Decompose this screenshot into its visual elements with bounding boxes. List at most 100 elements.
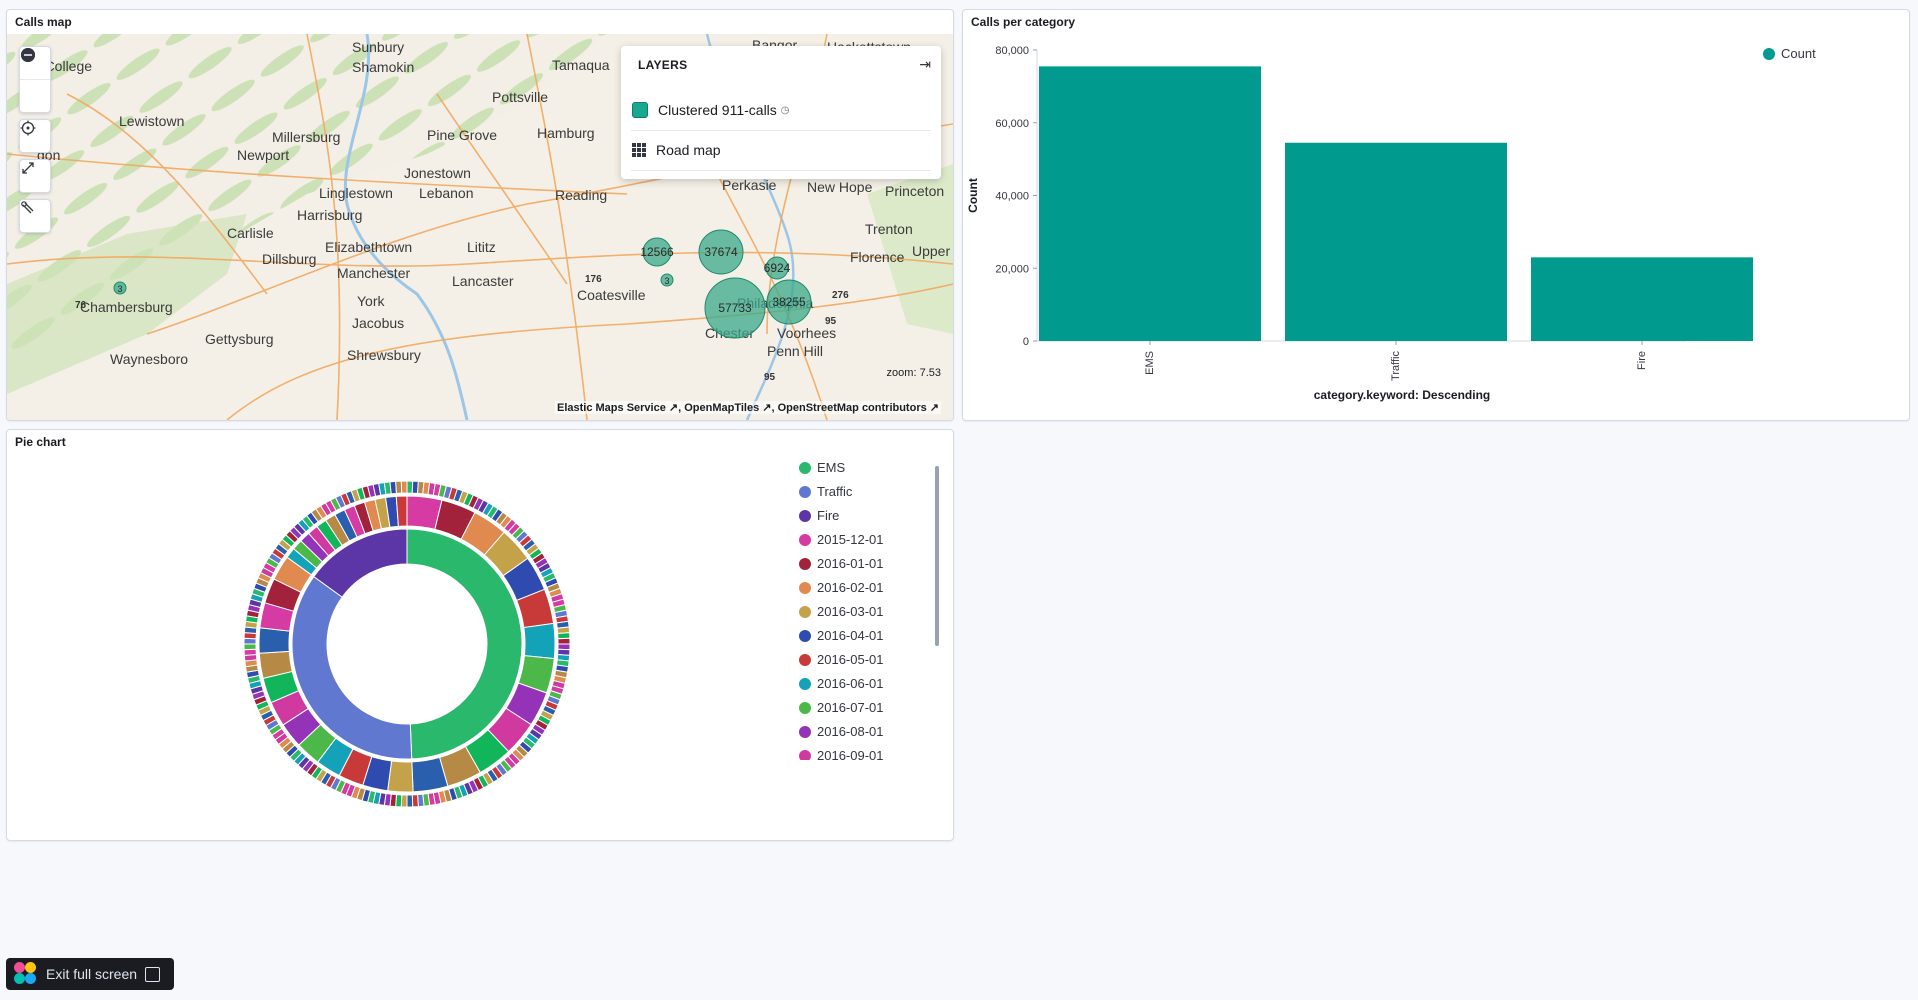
pie-legend-item[interactable]: 2016-06-01 [799, 676, 884, 691]
pie-legend-item[interactable]: Fire [799, 508, 839, 523]
layer-label: Clustered 911-calls [658, 102, 777, 118]
pie-slice-day[interactable] [557, 637, 571, 645]
map-canvas[interactable]: Sunburyte CollegeShamokinTamaquaBangorHa… [7, 34, 953, 420]
zoom-out-button[interactable] [20, 48, 50, 112]
legend-dot-icon [799, 749, 811, 760]
pie-slice-day[interactable] [557, 632, 571, 640]
pie-legend-item[interactable]: 2016-09-01 [799, 748, 884, 760]
draw-control [19, 199, 51, 233]
fit-to-data-button[interactable] [20, 160, 50, 192]
map-city-label: New Hope [807, 179, 873, 195]
map-city-label: Jacobus [352, 315, 404, 331]
pie-legend-item[interactable]: 2016-07-01 [799, 700, 884, 715]
legend-dot-icon [799, 509, 811, 522]
exit-full-screen-button[interactable]: Exit full screen [6, 958, 174, 990]
cluster-count: 6924 [764, 261, 791, 275]
layers-panel: LAYERS ⇥ Clustered 911-calls ◷ Road map [621, 46, 941, 179]
fit-control [19, 159, 51, 193]
map-city-label: Newport [237, 147, 289, 163]
bar[interactable] [1285, 142, 1507, 341]
cluster-marker[interactable]: 57733 [704, 277, 766, 339]
map-city-label: Jonestown [404, 165, 471, 181]
cluster-marker[interactable]: 37674 [698, 229, 744, 275]
set-view-button[interactable] [20, 120, 50, 152]
pie-legend-label: Traffic [817, 484, 853, 499]
map-city-label: Reading [555, 187, 607, 203]
map-city-label: Pine Grove [427, 127, 497, 143]
fullscreen-exit-icon [145, 966, 161, 982]
legend-dot-icon [799, 485, 811, 498]
pie-slice-month[interactable] [258, 627, 291, 654]
map-city-label: Coatesville [577, 287, 646, 303]
cluster-count: 57733 [718, 301, 752, 315]
cluster-count: 3 [664, 276, 669, 286]
layer-clustered-calls[interactable]: Clustered 911-calls ◷ [631, 90, 931, 131]
pie-legend-item[interactable]: 2016-03-01 [799, 604, 884, 619]
pie-slice-day[interactable] [406, 794, 414, 808]
pie-legend-item[interactable]: 2016-04-01 [799, 628, 884, 643]
map-city-label: Lebanon [419, 185, 474, 201]
clock-icon: ◷ [780, 104, 790, 116]
pie-legend-item[interactable]: 2015-12-01 [799, 532, 884, 547]
pie-legend-label: 2015-12-01 [817, 532, 884, 547]
legend-dot-icon [799, 701, 811, 714]
pie-legend-label: 2016-02-01 [817, 580, 884, 595]
pie-slice-month[interactable] [395, 495, 408, 527]
locate-control [19, 119, 51, 153]
map-city-label: Dillsburg [262, 251, 316, 267]
y-tick-label: 80,000 [995, 45, 1029, 57]
map-city-label: Shamokin [352, 59, 414, 75]
cluster-marker[interactable]: 38255 [766, 279, 812, 325]
cluster-marker[interactable]: 3 [660, 273, 674, 287]
pie-slice-day[interactable] [395, 480, 403, 494]
layer-road-map[interactable]: Road map [631, 130, 931, 171]
draw-tool-button[interactable] [20, 200, 50, 232]
map-route-label: 176 [585, 274, 602, 285]
y-tick-label: 20,000 [995, 263, 1029, 275]
map-city-label: Chambersburg [80, 299, 173, 315]
pie-slice-day[interactable] [243, 643, 257, 651]
map-city-label: Perkasie [722, 177, 777, 193]
map-route-label: 76 [75, 300, 87, 311]
map-city-label: Gettysburg [205, 331, 273, 347]
legend-dot-icon [799, 725, 811, 738]
map-city-label: York [357, 293, 386, 309]
bar-chart: 0 20,000 40,000 60,000 80,000 Count EMS Traffic… [966, 45, 1753, 402]
pie-legend-item[interactable]: 2016-02-01 [799, 580, 884, 595]
legend-scrollbar[interactable] [935, 466, 939, 646]
map-route-label: 95 [825, 316, 837, 327]
map-city-label: Trenton [865, 221, 913, 237]
pie-slice-day[interactable] [411, 794, 419, 808]
pie-legend-item[interactable]: 2016-08-01 [799, 724, 884, 739]
map-city-label: Shrewsbury [347, 347, 421, 363]
pie-legend-item[interactable]: Traffic [799, 484, 852, 499]
pie-legend: EMS Traffic Fire 2015-12-01 2016-01-01 2016-0… [799, 460, 939, 760]
map-attribution[interactable]: Elastic Maps Service ↗, OpenMapTiles ↗, … [555, 401, 941, 414]
pie-legend-label: 2016-05-01 [817, 652, 884, 667]
collapse-layers-icon[interactable]: ⇥ [919, 56, 931, 73]
pie-slice-day[interactable] [400, 480, 408, 494]
y-tick-label: 0 [1023, 336, 1029, 348]
zoom-level: zoom: 7.53 [886, 367, 941, 379]
cluster-count: 12566 [640, 245, 674, 259]
bar[interactable] [1531, 257, 1753, 341]
cluster-marker[interactable]: 3 [113, 281, 127, 295]
pie-legend-item[interactable]: 2016-01-01 [799, 556, 884, 571]
cluster-count: 38255 [772, 295, 806, 309]
bar[interactable] [1039, 66, 1261, 342]
exit-label: Exit full screen [46, 966, 138, 982]
bar-legend-item[interactable]: Count [1763, 46, 1816, 61]
pie-legend-item[interactable]: EMS [799, 460, 845, 475]
map-city-label: Voorhees [777, 325, 836, 341]
pie-slice-month[interactable] [523, 622, 556, 660]
map-city-label: Penn Hill [767, 343, 823, 359]
cluster-count: 3 [117, 284, 122, 294]
pie-slice-month[interactable] [387, 760, 414, 793]
minus-icon [21, 48, 35, 62]
pie-legend-item[interactable]: 2016-05-01 [799, 652, 884, 667]
pie-legend-label: Fire [817, 508, 840, 523]
pie-legend-label: 2016-08-01 [817, 724, 884, 739]
legend-dot-icon [799, 557, 811, 570]
pie-slice-day[interactable] [243, 648, 257, 656]
layer-swatch-icon [632, 102, 648, 118]
